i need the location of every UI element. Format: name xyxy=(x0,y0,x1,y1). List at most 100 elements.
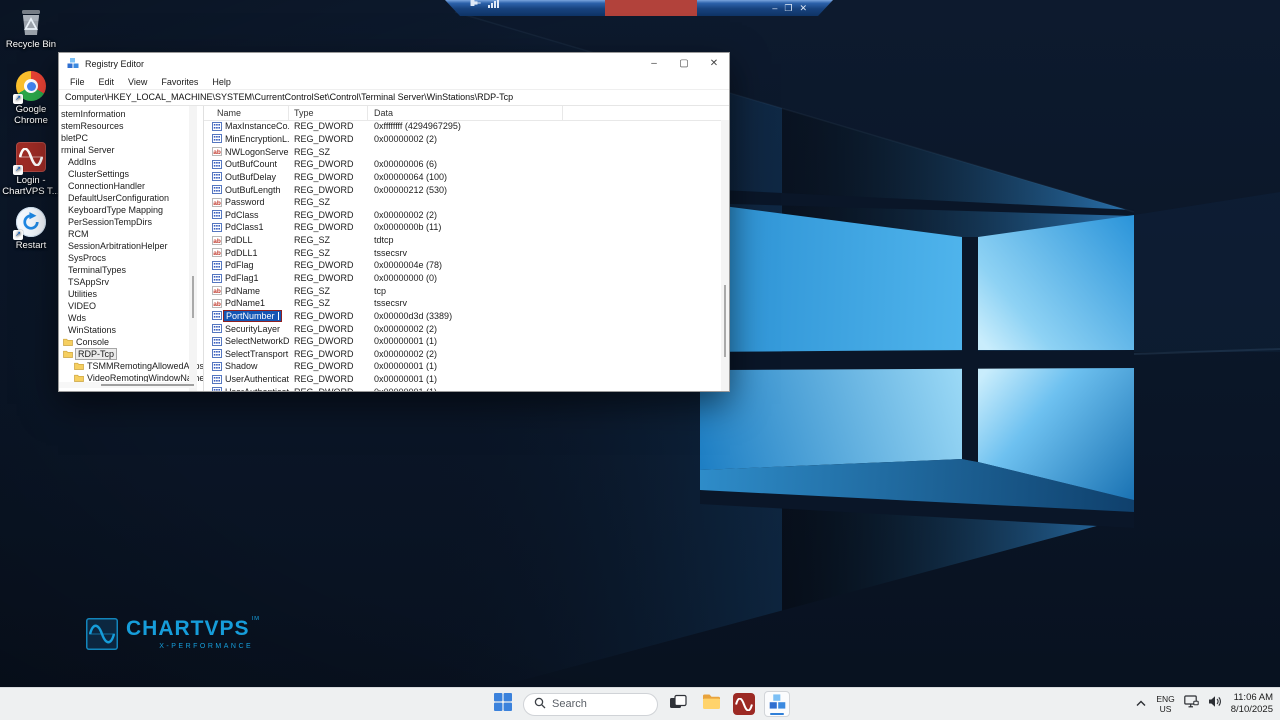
svg-text:ab: ab xyxy=(213,149,221,156)
menu-file[interactable]: File xyxy=(63,77,92,87)
value-name-cell: PdFlag xyxy=(204,260,289,270)
clock[interactable]: 11:06 AM 8/10/2025 xyxy=(1231,692,1273,717)
pin-icon[interactable] xyxy=(470,0,481,13)
start-button[interactable] xyxy=(490,691,516,717)
value-type-cell: REG_DWORD xyxy=(289,273,368,283)
watermark-tagline: X-PERFORMANCE xyxy=(126,643,259,650)
tree-item[interactable]: ClusterSettings xyxy=(59,168,203,180)
registry-value-row[interactable]: OutBufCountREG_DWORD0x00000006 (6) xyxy=(204,158,721,171)
value-data-cell: 0x00000006 (6) xyxy=(368,159,721,169)
registry-value-row[interactable]: SelectNetworkD...REG_DWORD0x00000001 (1) xyxy=(204,335,721,348)
tree-item[interactable]: Utilities xyxy=(59,288,203,300)
tree-item[interactable]: Console xyxy=(59,336,203,348)
tree-item[interactable]: stemResources xyxy=(59,120,203,132)
registry-value-row[interactable]: ShadowREG_DWORD0x00000001 (1) xyxy=(204,360,721,373)
column-header-data[interactable]: Data xyxy=(368,106,563,120)
minimize-button[interactable]: – xyxy=(639,53,669,74)
registry-value-row[interactable]: OutBufLengthREG_DWORD0x00000212 (530) xyxy=(204,183,721,196)
chartvps-taskbar-button[interactable] xyxy=(731,691,757,717)
maximize-button[interactable]: ▢ xyxy=(669,53,699,74)
column-header-type[interactable]: Type xyxy=(289,106,368,120)
volume-icon[interactable] xyxy=(1208,695,1222,713)
chartvps-logo-icon xyxy=(86,618,118,650)
tree-item[interactable]: SysProcs xyxy=(59,252,203,264)
rdp-minimize-button[interactable]: – xyxy=(772,0,777,16)
tree-item[interactable]: PerSessionTempDirs xyxy=(59,216,203,228)
tree-item[interactable]: RDP-Tcp xyxy=(59,348,203,360)
registry-value-row[interactable]: PdFlag1REG_DWORD0x00000000 (0) xyxy=(204,272,721,285)
registry-value-row[interactable]: MinEncryptionL...REG_DWORD0x00000002 (2) xyxy=(204,133,721,146)
registry-value-row[interactable]: abPdName1REG_SZtssecsrv xyxy=(204,297,721,310)
registry-value-row[interactable]: PortNumberREG_DWORD0x00000d3d (3389) xyxy=(204,310,721,323)
task-view-icon xyxy=(669,693,687,716)
language-indicator[interactable]: ENG US xyxy=(1156,694,1174,714)
tray-chevron-icon[interactable] xyxy=(1135,695,1147,713)
windows-start-icon xyxy=(494,693,512,716)
address-bar[interactable]: Computer\HKEY_LOCAL_MACHINE\SYSTEM\Curre… xyxy=(59,89,729,106)
value-name-cell: SecurityLayer xyxy=(204,324,289,334)
menu-help[interactable]: Help xyxy=(205,77,238,87)
desktop-icon-google-chrome[interactable]: ↗ Google Chrome xyxy=(2,70,60,127)
titlebar[interactable]: Registry Editor – ▢ ✕ xyxy=(59,53,729,74)
registry-value-row[interactable]: PdClassREG_DWORD0x00000002 (2) xyxy=(204,208,721,221)
column-header-name[interactable]: Name xyxy=(204,106,289,120)
tree-item[interactable]: TerminalTypes xyxy=(59,264,203,276)
file-explorer-button[interactable] xyxy=(698,691,724,717)
menu-edit[interactable]: Edit xyxy=(92,77,122,87)
network-icon[interactable] xyxy=(1184,695,1199,713)
tree-item[interactable]: AddIns xyxy=(59,156,203,168)
registry-value-row[interactable]: MaxInstanceCo...REG_DWORD0xffffffff (429… xyxy=(204,120,721,133)
tree-item[interactable]: WinStations xyxy=(59,324,203,336)
regedit-taskbar-button[interactable] xyxy=(764,691,790,717)
value-name: SelectTransport xyxy=(225,349,288,359)
list-vertical-scrollbar[interactable] xyxy=(721,120,729,391)
registry-value-row[interactable]: abPasswordREG_SZ xyxy=(204,196,721,209)
tree-item-label: RCM xyxy=(68,229,89,239)
value-data-cell: 0x00000064 (100) xyxy=(368,172,721,182)
tree-item[interactable]: DefaultUserConfiguration xyxy=(59,192,203,204)
tree-item[interactable]: VIDEO xyxy=(59,300,203,312)
registry-value-row[interactable]: UserAuthenticat...REG_DWORD0x00000001 (1… xyxy=(204,373,721,386)
desktop-icon-restart[interactable]: ↗ Restart xyxy=(2,206,60,252)
close-button[interactable]: ✕ xyxy=(699,53,729,74)
rdp-close-button[interactable]: ✕ xyxy=(799,0,807,16)
menu-favorites[interactable]: Favorites xyxy=(154,77,205,87)
tree-item[interactable]: RCM xyxy=(59,228,203,240)
value-name-cell: OutBufLength xyxy=(204,185,289,195)
tree-item[interactable]: rminal Server xyxy=(59,144,203,156)
value-name-cell: PortNumber xyxy=(204,310,289,322)
tree-item[interactable]: ConnectionHandler xyxy=(59,180,203,192)
value-name: PdClass xyxy=(225,210,259,220)
registry-value-row[interactable]: UserAuthenticatREG_DWORD0x00000001 (1) xyxy=(204,385,721,391)
tree-item[interactable]: stemInformation xyxy=(59,108,203,120)
taskbar-search-box[interactable]: Search xyxy=(523,693,658,716)
value-name: SecurityLayer xyxy=(225,324,280,334)
tree-item[interactable]: TSMMRemotingAllowedApps xyxy=(59,360,203,372)
tree-item[interactable]: SessionArbitrationHelper xyxy=(59,240,203,252)
registry-value-row[interactable]: abPdNameREG_SZtcp xyxy=(204,284,721,297)
registry-value-row[interactable]: PdFlagREG_DWORD0x0000004e (78) xyxy=(204,259,721,272)
registry-value-row[interactable]: SecurityLayerREG_DWORD0x00000002 (2) xyxy=(204,322,721,335)
rdp-restore-button[interactable]: ❐ xyxy=(784,0,792,16)
tree-item[interactable]: TSAppSrv xyxy=(59,276,203,288)
registry-value-row[interactable]: abNWLogonServerREG_SZ xyxy=(204,145,721,158)
value-type-cell: REG_DWORD xyxy=(289,387,368,391)
registry-value-row[interactable]: abPdDLLREG_SZtdtcp xyxy=(204,234,721,247)
tree-horizontal-scrollbar[interactable] xyxy=(59,382,196,388)
desktop-icon-recycle-bin[interactable]: Recycle Bin xyxy=(2,6,60,51)
desktop-icon-login-chartvps[interactable]: ↗ Login - ChartVPS T... xyxy=(2,141,60,198)
menu-view[interactable]: View xyxy=(121,77,154,87)
value-data-cell: 0x00000001 (1) xyxy=(368,361,721,371)
value-name: NWLogonServer xyxy=(225,147,289,157)
tree-item[interactable]: Wds xyxy=(59,312,203,324)
tree-item[interactable]: KeyboardType Mapping xyxy=(59,204,203,216)
registry-value-row[interactable]: abPdDLL1REG_SZtssecsrv xyxy=(204,246,721,259)
dword-icon xyxy=(212,134,222,143)
signal-bars-icon[interactable] xyxy=(488,0,500,13)
registry-value-row[interactable]: SelectTransportREG_DWORD0x00000002 (2) xyxy=(204,348,721,361)
registry-value-row[interactable]: PdClass1REG_DWORD0x0000000b (11) xyxy=(204,221,721,234)
tree-vertical-scrollbar[interactable] xyxy=(189,106,197,391)
tree-item[interactable]: bletPC xyxy=(59,132,203,144)
task-view-button[interactable] xyxy=(665,691,691,717)
registry-value-row[interactable]: OutBufDelayREG_DWORD0x00000064 (100) xyxy=(204,171,721,184)
